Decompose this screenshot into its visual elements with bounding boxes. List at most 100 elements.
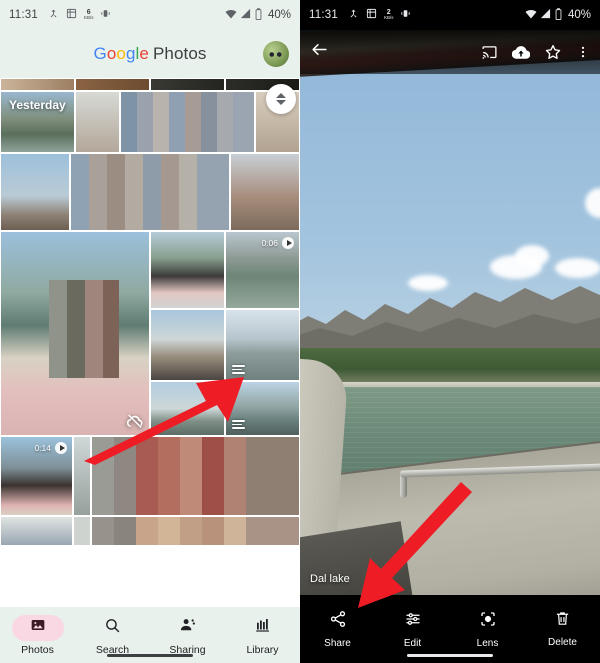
home-indicator [107, 653, 193, 657]
viewer-toolbar [300, 30, 600, 74]
video-duration-badge: 0:14 [34, 442, 67, 454]
status-right-icons: 40% [525, 7, 591, 23]
photos-icon [30, 617, 46, 638]
edit-icon [404, 610, 422, 633]
right-phone-screen: 11:31 2 KB/s 40% Dal lake Share Edit Len… [300, 0, 600, 663]
library-icon [254, 616, 272, 639]
date-label: Yesterday [9, 98, 66, 112]
grid-thumb[interactable] [73, 516, 91, 546]
cloud-upload-icon[interactable] [512, 43, 530, 61]
action-edit[interactable]: Edit [375, 610, 450, 649]
nav-item-sharing[interactable]: Sharing [150, 615, 225, 656]
photo-viewer-image[interactable] [300, 30, 600, 595]
battery-percent: 40% [267, 9, 291, 21]
photo-grid[interactable]: Yesterday 0:06 0:14 [0, 78, 300, 607]
logo-letter-o2: o [116, 44, 126, 63]
lens-icon [479, 610, 497, 633]
video-duration-text: 0:14 [34, 443, 51, 453]
action-label-lens: Lens [476, 637, 499, 649]
photo-stack-icon [232, 420, 245, 429]
battery-icon [254, 7, 263, 23]
grid-thumb-yesterday[interactable]: Yesterday [0, 91, 75, 153]
video-duration-badge: 0:06 [261, 237, 294, 249]
action-label-share: Share [324, 637, 351, 649]
avatar[interactable] [263, 41, 289, 67]
grid-thumb-blurred[interactable] [91, 436, 300, 516]
grid-thumb[interactable] [0, 516, 73, 546]
nav-pill-active [11, 614, 64, 641]
status-bar-right: 11:31 2 KB/s 40% [300, 0, 600, 30]
grid-row: 0:14 [0, 436, 300, 516]
grid-thumb[interactable] [150, 231, 225, 309]
nav-item-library[interactable]: Library [225, 615, 300, 656]
nav-label-library: Library [246, 643, 279, 656]
screenshot-stage: 11:31 6 KB/s 40% Google Photos Yesterday… [0, 0, 600, 663]
status-left-icons: 2 KB/s [348, 8, 412, 22]
vibrate-icon [400, 8, 411, 22]
nav-item-photos[interactable]: Photos [0, 614, 75, 656]
screenshot-icon [66, 8, 77, 22]
grid-thumb-blurred[interactable] [91, 516, 300, 546]
grid-thumb[interactable] [150, 309, 225, 381]
action-share[interactable]: Share [300, 610, 375, 649]
vibrate-icon [100, 8, 111, 22]
grid-row [0, 78, 300, 91]
grid-thumb[interactable] [0, 78, 75, 91]
star-icon[interactable] [544, 43, 562, 61]
action-lens[interactable]: Lens [450, 610, 525, 649]
data-rate-icon: 6 KB/s [83, 9, 94, 21]
more-vert-icon[interactable] [576, 43, 590, 61]
status-time: 11:31 [309, 9, 338, 21]
status-bar-left: 11:31 6 KB/s 40% [0, 0, 300, 30]
signal-icon [240, 8, 251, 22]
video-duration-text: 0:06 [261, 238, 278, 248]
grid-thumb[interactable] [230, 153, 300, 231]
share-icon [329, 610, 347, 633]
grid-row: 0:06 [0, 231, 300, 436]
grid-row [0, 153, 300, 231]
sharing-icon [179, 616, 197, 639]
bottom-navigation: Photos Search Sharing Library [0, 607, 300, 663]
grid-thumb[interactable] [150, 78, 225, 91]
delete-icon [554, 610, 571, 632]
grid-thumb-stack[interactable] [225, 309, 300, 381]
wifi-icon [225, 8, 237, 23]
cloud-shape [515, 245, 549, 267]
grid-thumb-blurred[interactable] [120, 91, 255, 153]
grid-thumb[interactable] [75, 78, 150, 91]
logo-letter-o1: o [106, 44, 117, 63]
grid-thumb-large[interactable] [0, 231, 150, 436]
wifi-icon [525, 8, 537, 23]
logo-letter-g2: g [125, 44, 136, 63]
grid-thumb[interactable] [75, 91, 120, 153]
grid-thumb[interactable] [0, 153, 70, 231]
battery-icon [554, 7, 563, 23]
back-arrow-icon[interactable] [310, 40, 329, 64]
data-rate-icon: 2 KB/s [383, 9, 394, 21]
grid-thumb-blurred[interactable] [70, 153, 230, 231]
nav-label-photos: Photos [21, 643, 54, 656]
status-left-icons: 6 KB/s [48, 8, 112, 22]
grid-thumb[interactable] [150, 381, 225, 436]
nav-pill [87, 615, 139, 641]
nav-pill [237, 615, 289, 641]
chevron-down-icon [276, 100, 286, 105]
grid-thumb-video[interactable]: 0:14 [0, 436, 73, 516]
signal-icon [540, 8, 551, 22]
action-delete[interactable]: Delete [525, 610, 600, 648]
nav-item-search[interactable]: Search [75, 615, 150, 656]
action-label-delete: Delete [548, 637, 577, 648]
grid-thumb-video[interactable]: 0:06 [225, 231, 300, 309]
photo-caption: Dal lake [310, 573, 350, 585]
action-label-edit: Edit [403, 637, 422, 649]
face-blur-overlay [49, 280, 119, 378]
logo-word-photos: Photos [152, 44, 207, 63]
grid-row: Yesterday [0, 91, 300, 153]
app-bar: Google Photos [0, 30, 300, 78]
status-right-icons: 40% [225, 7, 291, 23]
grid-thumb[interactable] [73, 436, 91, 516]
grid-thumb-stack[interactable] [225, 381, 300, 436]
scroll-handle[interactable] [266, 84, 296, 114]
call-merge-icon [48, 8, 59, 22]
cast-icon[interactable] [481, 44, 498, 61]
